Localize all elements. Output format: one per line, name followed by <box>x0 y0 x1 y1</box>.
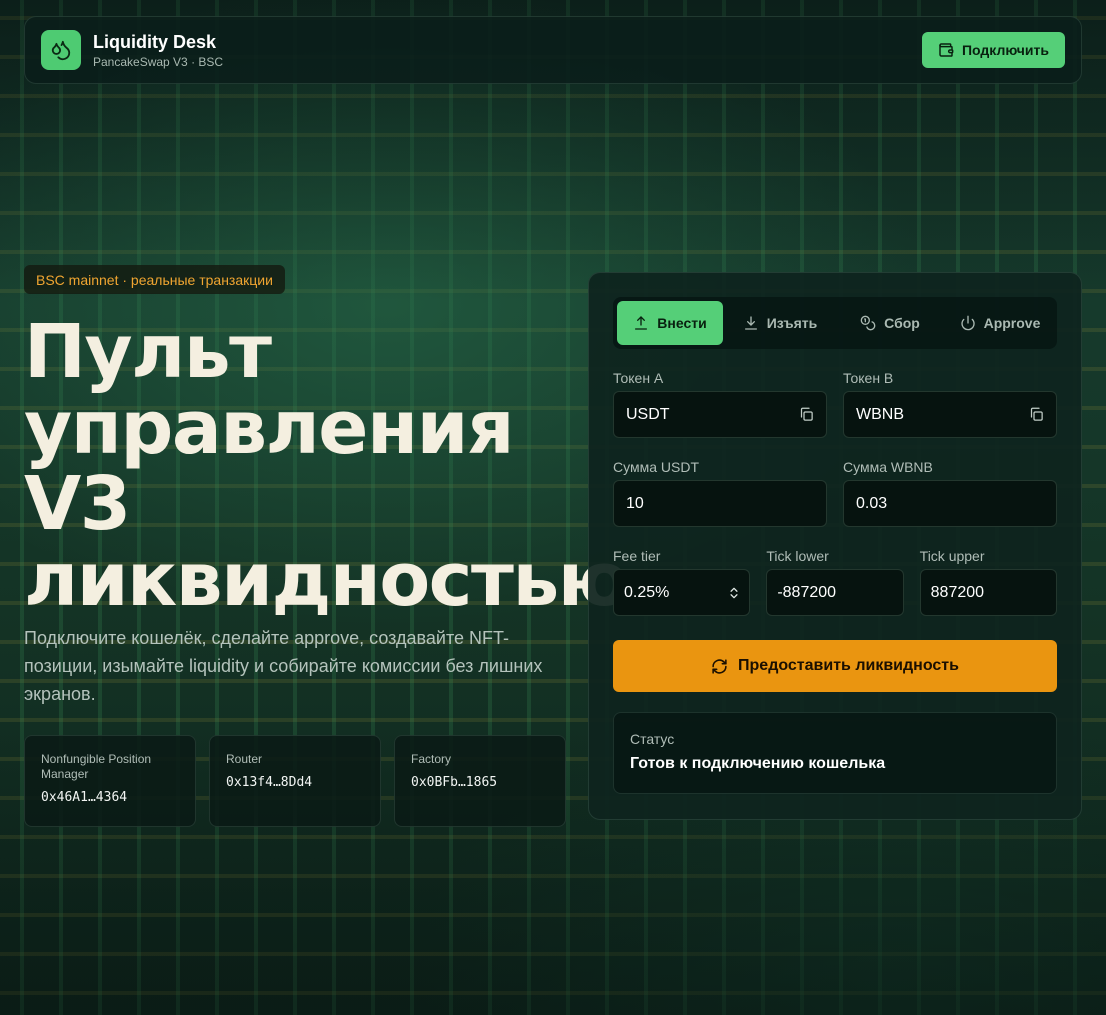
amount-b-label: Сумма WBNB <box>843 459 933 475</box>
tick-lower-value: -887200 <box>777 583 837 601</box>
contract-card-router: Router 0x13f4…8Dd4 <box>209 735 381 827</box>
tab-deposit[interactable]: Внести <box>617 301 723 345</box>
fee-tier-value: 0.25% <box>624 583 670 601</box>
contract-address: 0x13f4…8Dd4 <box>226 775 313 790</box>
amount-a-value: 10 <box>626 494 644 512</box>
amount-a-input[interactable]: 10 <box>613 480 827 527</box>
wallet-icon <box>938 42 954 58</box>
tick-lower-input[interactable]: -887200 <box>766 569 904 616</box>
network-badge: BSC mainnet · реальные транзакции <box>24 265 285 294</box>
token-b-label: Токен B <box>843 370 894 386</box>
token-a-field: Токен A USDT <box>613 369 827 438</box>
power-icon <box>960 315 976 331</box>
droplets-icon <box>41 30 81 70</box>
token-a-input[interactable]: USDT <box>613 391 827 438</box>
contract-address: 0x46A1…4364 <box>41 790 128 805</box>
tab-approve[interactable]: Approve <box>947 301 1053 345</box>
fee-tier-field: Fee tier 0.25% <box>613 547 751 616</box>
provide-liquidity-label: Предоставить ликвидность <box>738 657 959 674</box>
contract-cards: Nonfungible Position Manager 0x46A1…4364… <box>24 735 566 827</box>
copy-icon[interactable] <box>1029 407 1044 422</box>
token-b-value: WBNB <box>856 405 904 423</box>
token-row: Токен A USDT Токен B WBNB <box>613 369 1057 438</box>
contract-address: 0x0BFb…1865 <box>411 775 498 790</box>
fee-tier-select[interactable]: 0.25% <box>613 569 751 616</box>
tab-label: Сбор <box>884 315 920 331</box>
contract-label: Router <box>226 752 263 766</box>
connect-button-label: Подключить <box>961 42 1049 58</box>
contract-card-position-manager: Nonfungible Position Manager 0x46A1…4364 <box>24 735 196 827</box>
tick-lower-field: Tick lower -887200 <box>766 547 904 616</box>
app-subtitle: PancakeSwap V3 · BSC <box>93 55 224 69</box>
tab-label: Изъять <box>766 315 818 331</box>
status-box: Статус Готов к подключению кошелька <box>613 712 1057 794</box>
connect-button[interactable]: Подключить <box>921 32 1065 68</box>
tab-label: Approve <box>983 315 1041 331</box>
download-icon <box>743 315 759 331</box>
contract-card-factory: Factory 0x0BFb…1865 <box>394 735 566 827</box>
token-b-input[interactable]: WBNB <box>843 391 1057 438</box>
amount-row: Сумма USDT 10 Сумма WBNB 0.03 <box>613 458 1057 527</box>
amount-b-input[interactable]: 0.03 <box>843 480 1057 527</box>
contract-label: Factory <box>411 752 452 766</box>
range-row: Fee tier 0.25% Tick lower -887200 Tick u… <box>613 547 1057 616</box>
amount-a-field: Сумма USDT 10 <box>613 458 827 527</box>
amount-b-field: Сумма WBNB 0.03 <box>843 458 1057 527</box>
token-a-label: Токен A <box>613 370 664 386</box>
tab-collect[interactable]: Сбор <box>837 301 943 345</box>
tick-upper-label: Tick upper <box>919 548 985 564</box>
refresh-icon <box>711 658 728 675</box>
page-description: Подключите кошелёк, сделайте approve, со… <box>24 628 543 704</box>
brand: Liquidity Desk PancakeSwap V3 · BSC <box>93 31 223 69</box>
contract-label: Nonfungible Position Manager <box>41 752 152 781</box>
action-tabs: Внести Изъять Сбор Approve <box>613 297 1057 349</box>
tick-upper-input[interactable]: 887200 <box>919 569 1057 616</box>
token-a-value: USDT <box>626 405 670 423</box>
tab-label: Внести <box>657 315 707 331</box>
top-bar: Liquidity Desk PancakeSwap V3 · BSC Подк… <box>24 16 1082 84</box>
amount-b-value: 0.03 <box>856 494 888 512</box>
tab-withdraw[interactable]: Изъять <box>727 301 833 345</box>
upload-icon <box>633 315 649 331</box>
tick-upper-field: Tick upper 887200 <box>919 547 1057 616</box>
tick-lower-label: Tick lower <box>766 548 829 564</box>
page-title: Пульт управления V3 ликвидностью <box>24 309 630 623</box>
tick-upper-value: 887200 <box>930 583 985 601</box>
amount-a-label: Сумма USDT <box>613 459 699 475</box>
fee-tier-label: Fee tier <box>613 548 661 564</box>
status-value: Готов к подключению кошелька <box>630 755 886 772</box>
liquidity-panel: Внести Изъять Сбор Approve Токен A USDT … <box>588 272 1082 820</box>
chevron-up-down-icon <box>727 586 741 600</box>
provide-liquidity-button[interactable]: Предоставить ликвидность <box>613 640 1057 692</box>
copy-icon[interactable] <box>799 407 814 422</box>
token-b-field: Токен B WBNB <box>843 369 1057 438</box>
app-title: Liquidity Desk <box>93 32 217 52</box>
coins-icon <box>860 315 876 331</box>
status-label: Статус <box>630 731 675 747</box>
